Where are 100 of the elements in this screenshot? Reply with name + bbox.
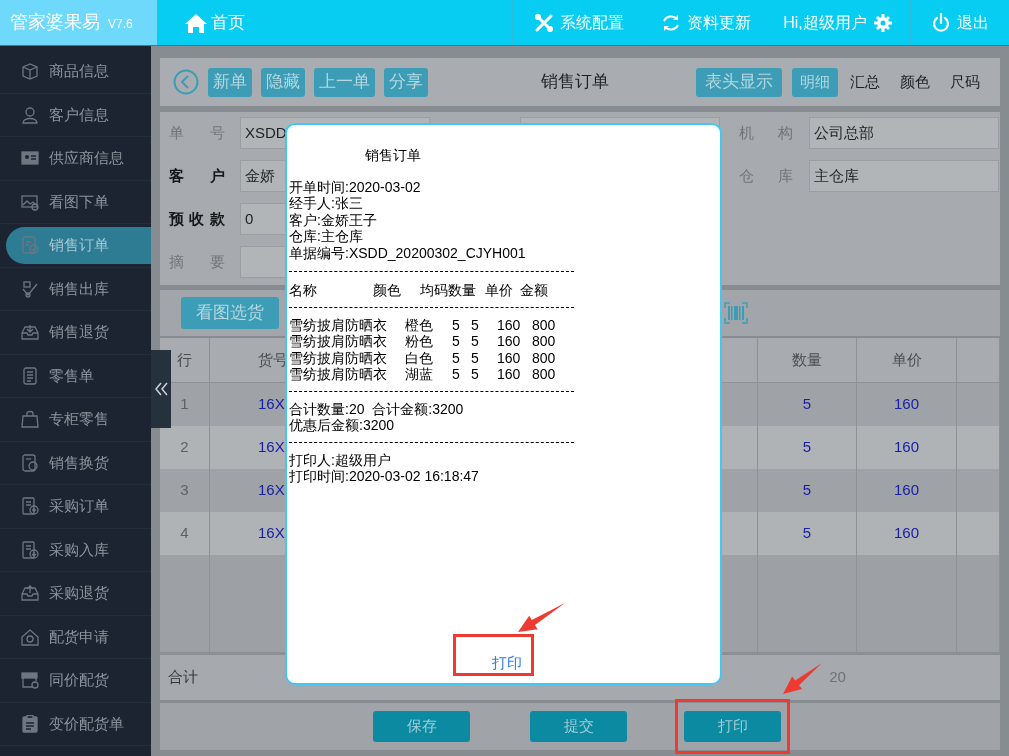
collapse-handle[interactable] bbox=[151, 350, 171, 428]
table-cell-text: 160 bbox=[894, 480, 919, 501]
sidebar-item[interactable]: 销售换货 bbox=[0, 444, 151, 482]
tab[interactable]: 汇总 bbox=[842, 67, 888, 97]
receipt-cell: 橙色 bbox=[405, 316, 433, 333]
box-icon bbox=[21, 62, 39, 81]
sidebar-item[interactable]: 采购入库 bbox=[0, 531, 151, 569]
receipt-cell: 800 bbox=[532, 316, 556, 333]
table-cell-text: 160 bbox=[894, 394, 919, 415]
tab[interactable]: 颜色 bbox=[892, 67, 938, 97]
house-icon bbox=[21, 627, 39, 646]
back-icon bbox=[173, 69, 199, 95]
sidebar-item[interactable]: 看图下单 bbox=[0, 183, 151, 221]
receipt-cell: 5 bbox=[452, 333, 460, 349]
receipt-cell: 160 bbox=[497, 316, 521, 333]
print-link[interactable]: 打印 bbox=[492, 654, 522, 671]
barcode-scan-icon bbox=[724, 302, 748, 324]
input-field[interactable]: 主仓库 bbox=[809, 160, 999, 192]
sidebar-item[interactable]: 配货申请 bbox=[0, 618, 151, 656]
receipt-cell: 粉色 bbox=[405, 333, 433, 349]
person-icon bbox=[21, 105, 39, 124]
dolly-icon bbox=[21, 279, 39, 298]
sidebar-item[interactable]: 商品信息 bbox=[0, 52, 151, 90]
total-label: 合计 bbox=[167, 667, 199, 688]
receipt-title: 销售订单 bbox=[365, 147, 422, 164]
sidebar-item[interactable]: 供应商信息 bbox=[0, 139, 151, 177]
shop-icon bbox=[21, 671, 39, 690]
table-cell-text: 5 bbox=[802, 437, 812, 458]
page-title: 销售订单 bbox=[541, 71, 609, 94]
sidebar-item[interactable]: 专柜零售 bbox=[0, 400, 151, 438]
sidebar-item[interactable]: 销售订单 bbox=[6, 226, 151, 264]
receipt-cell: 160 bbox=[497, 366, 521, 382]
field-label: 客 户 bbox=[169, 165, 225, 186]
document-plus-icon bbox=[21, 497, 39, 516]
table-cell-text: 5 bbox=[802, 394, 812, 415]
sidebar-item[interactable]: 变价配货单 bbox=[0, 705, 151, 743]
picture-icon bbox=[21, 192, 39, 211]
receipt-line: 开单时间:2020-03-02 bbox=[289, 178, 421, 195]
table-cell-text: 5 bbox=[802, 480, 812, 501]
table-cell-text: 1 bbox=[180, 394, 189, 415]
column-header: 数量 bbox=[792, 349, 822, 370]
receipt-line: 打印人:超级用户 bbox=[289, 451, 391, 468]
annotation-arrow bbox=[517, 602, 566, 633]
table-cell-text: 5 bbox=[802, 523, 812, 544]
list-icon bbox=[21, 366, 39, 385]
table-cell-text: 4 bbox=[180, 523, 189, 544]
refresh-icon bbox=[660, 12, 681, 33]
sidebar-item[interactable]: 零售单 bbox=[0, 357, 151, 395]
home-icon bbox=[185, 12, 207, 33]
receipt-cell: 雪纺披肩防晒衣 bbox=[289, 316, 387, 333]
column-header: 货号 bbox=[258, 349, 288, 370]
receipt-line: 仓库:主仓库 bbox=[289, 228, 363, 245]
receipt-line: 经手人:张三 bbox=[289, 195, 363, 212]
power-icon bbox=[931, 12, 951, 33]
receipt-cell: 雪纺披肩防晒衣 bbox=[289, 366, 387, 382]
table-cell-text: 160 bbox=[894, 523, 919, 544]
receipt-cell: 雪纺披肩防晒衣 bbox=[289, 349, 387, 366]
receipt-cell: 湖蓝 bbox=[405, 366, 433, 382]
column-header: 行 bbox=[177, 349, 192, 370]
table-cell-text: 16X bbox=[258, 523, 285, 544]
receipt-line: 客户:金娇王子 bbox=[289, 211, 377, 228]
table-cell-text: 16X bbox=[258, 480, 285, 501]
sidebar-item[interactable]: 销售出库 bbox=[0, 270, 151, 308]
receipt-column-header: 颜色 bbox=[373, 282, 402, 299]
document-download-icon bbox=[21, 540, 39, 559]
receipt-cell: 5 bbox=[452, 316, 460, 333]
receipt-cell: 5 bbox=[452, 366, 460, 382]
receipt-cell: 800 bbox=[532, 333, 556, 349]
receipt-cell: 5 bbox=[471, 316, 479, 333]
settings-icon bbox=[872, 12, 893, 33]
receipt-cell: 5 bbox=[452, 349, 460, 366]
clipboard-icon bbox=[21, 714, 39, 733]
input-field[interactable]: 公司总部 bbox=[809, 117, 999, 149]
document-exchange-icon bbox=[21, 453, 39, 472]
sidebar-item[interactable]: 采购退货 bbox=[0, 574, 151, 612]
tools-icon bbox=[534, 12, 554, 33]
table-cell-text: 16X bbox=[258, 394, 285, 415]
receipt-line: 单据编号:XSDD_20200302_CJYH001 bbox=[289, 244, 526, 261]
receipt-column-header: 金额 bbox=[520, 282, 548, 299]
sidebar-item[interactable]: 同价配货 bbox=[0, 661, 151, 699]
receipt-line: 打印时间:2020-03-02 16:18:47 bbox=[289, 468, 479, 485]
receipt-column-header: 名称 bbox=[289, 282, 318, 299]
tray-icon bbox=[21, 323, 39, 342]
receipt-cell: 5 bbox=[471, 349, 479, 366]
tab[interactable]: 尺码 bbox=[942, 67, 988, 97]
table-cell-text: 16X bbox=[258, 437, 285, 458]
receipt-cell: 雪纺披肩防晒衣 bbox=[289, 333, 387, 349]
tray-icon bbox=[21, 584, 39, 603]
sidebar-item[interactable]: 采购订单 bbox=[0, 487, 151, 525]
table-cell-text: 160 bbox=[894, 437, 919, 458]
receipt-line: 合计数量:20 合计金额:3200 bbox=[289, 400, 464, 417]
receipt-cell: 160 bbox=[497, 333, 521, 349]
column-header: 单价 bbox=[891, 349, 922, 370]
receipt-cell: 160 bbox=[497, 349, 521, 366]
id-card-icon bbox=[21, 149, 39, 168]
receipt-line: 优惠后金额:3200 bbox=[289, 417, 395, 434]
document-check-icon bbox=[21, 236, 39, 255]
version-label: V7.6 bbox=[108, 16, 133, 33]
sidebar-item[interactable]: 销售退货 bbox=[0, 313, 151, 351]
sidebar-item[interactable]: 客户信息 bbox=[0, 96, 151, 134]
